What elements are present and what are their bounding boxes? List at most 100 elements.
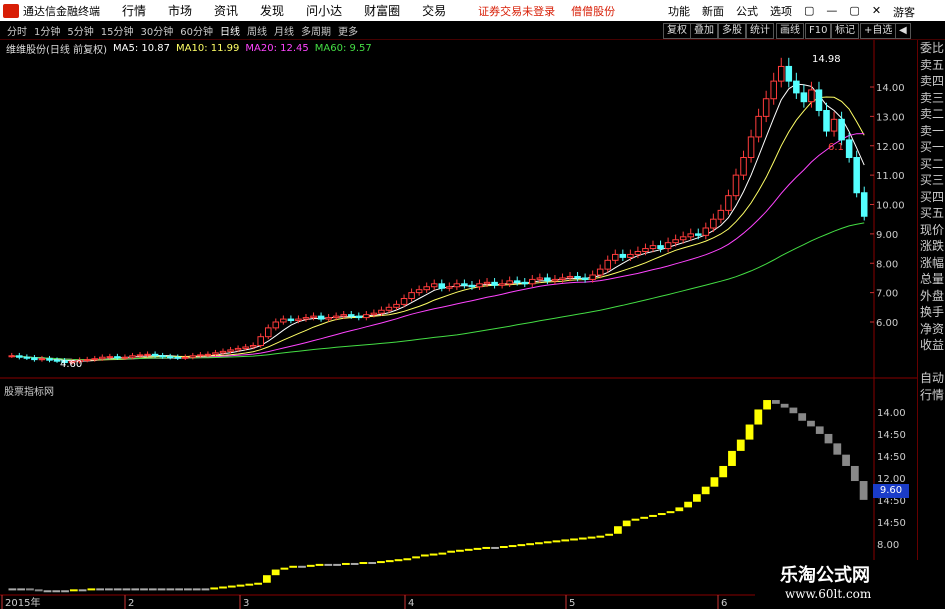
sidebar-price[interactable]: 现价: [918, 222, 945, 239]
indicator-bar: [298, 565, 306, 568]
sidebar-sell4[interactable]: 卖四: [918, 73, 945, 90]
overlay-button[interactable]: 叠加: [690, 23, 718, 39]
indicator-bar: [350, 562, 359, 565]
sidebar-turnover[interactable]: 换手: [918, 304, 945, 321]
statistics-button[interactable]: 统计: [746, 23, 774, 39]
indicator-bar: [34, 589, 43, 592]
kline-chart[interactable]: 14.00 13.00 12.00 11.00 10.00 9.00 8.00 7.00 6.0…: [0, 40, 917, 609]
sidebar-buy3[interactable]: 买三: [918, 172, 945, 189]
tab-weekly[interactable]: 周线: [247, 23, 267, 38]
indicator-bar: [666, 511, 675, 514]
ma60-line: [11, 222, 865, 360]
sidebar-buy1[interactable]: 买一: [918, 139, 945, 156]
candle-body: [234, 347, 242, 351]
price-tick-label: 8.00: [876, 259, 898, 270]
candle-body: [702, 227, 710, 236]
minimize-icon[interactable]: —: [826, 4, 837, 17]
candle-body: [619, 253, 627, 258]
menu-market[interactable]: 市场: [168, 2, 192, 19]
indicator-bar: [271, 569, 280, 576]
menu-news[interactable]: 资讯: [214, 2, 238, 19]
tab-monthly[interactable]: 月线: [274, 23, 294, 38]
tab-30min[interactable]: 30分钟: [140, 23, 173, 38]
candle-body: [544, 277, 551, 282]
sidebar-net-assets[interactable]: 净资: [918, 321, 945, 338]
sidebar-auto[interactable]: 自动: [918, 370, 945, 387]
indicator-bar: [96, 588, 105, 591]
tab-1min[interactable]: 1分钟: [34, 23, 60, 38]
tab-5min[interactable]: 5分钟: [67, 23, 93, 38]
sidebar-change-pct[interactable]: 涨幅: [918, 255, 945, 272]
mark-button[interactable]: 标记: [831, 23, 859, 39]
menu-new-page[interactable]: 新面: [702, 3, 724, 19]
collapse-icon[interactable]: ◀: [895, 23, 911, 39]
menu-discover[interactable]: 发现: [260, 2, 284, 19]
menu-options[interactable]: 选项: [770, 3, 792, 19]
sidebar-buy2[interactable]: 买二: [918, 156, 945, 173]
tab-daily[interactable]: 日线: [220, 23, 240, 38]
add-watchlist-button[interactable]: +自选: [860, 23, 897, 39]
indicator-bar: [359, 562, 368, 565]
menu-ask[interactable]: 问小达: [306, 2, 342, 19]
candle-body: [272, 321, 280, 329]
tab-15min[interactable]: 15分钟: [101, 23, 134, 38]
sidebar-earnings[interactable]: 收益: [918, 337, 945, 354]
restore-rights-button[interactable]: 复权: [663, 23, 691, 39]
candle-body: [793, 80, 800, 94]
indicator-bar: [833, 443, 842, 455]
f10-button[interactable]: F10: [805, 23, 832, 39]
menu-formula[interactable]: 公式: [736, 3, 758, 19]
restore-icon[interactable]: ▢: [804, 4, 814, 17]
tab-timeshare[interactable]: 分时: [7, 23, 27, 38]
sidebar-sell2[interactable]: 卖二: [918, 106, 945, 123]
date-label: 2: [128, 598, 134, 609]
candle-body: [725, 195, 732, 211]
indicator-bar: [438, 552, 447, 555]
guest-label[interactable]: 游客: [893, 4, 915, 20]
sidebar-buy5[interactable]: 买五: [918, 205, 945, 222]
maximize-icon[interactable]: ▢: [849, 4, 859, 17]
candle-body: [604, 259, 612, 270]
sidebar-change[interactable]: 涨跌: [918, 238, 945, 255]
candle-body: [672, 239, 679, 244]
candle-body: [717, 209, 725, 220]
indicator-tick-label: 14:50: [877, 518, 906, 529]
indicator-bar: [140, 588, 148, 591]
candle-body: [823, 110, 830, 132]
candle-body: [91, 358, 99, 361]
tab-60min[interactable]: 60分钟: [180, 23, 213, 38]
sidebar-volume[interactable]: 总量: [918, 271, 945, 288]
candle-body: [310, 315, 317, 319]
indicator-bar: [543, 541, 552, 544]
indicator-bar: [815, 426, 824, 434]
date-label: 2015年: [5, 596, 40, 609]
candle-body: [762, 98, 770, 117]
menu-function[interactable]: 功能: [668, 3, 690, 19]
indicator-bar: [824, 433, 833, 444]
menu-quotes[interactable]: 行情: [122, 2, 146, 19]
tab-multi-period[interactable]: 多周期: [301, 23, 331, 38]
sidebar-weibi[interactable]: 委比: [918, 40, 945, 57]
tab-more[interactable]: 更多: [338, 23, 358, 38]
menu-trade[interactable]: 交易: [422, 2, 446, 19]
candle-body: [453, 283, 461, 288]
sidebar-buy4[interactable]: 买四: [918, 189, 945, 206]
close-icon[interactable]: ✕: [872, 4, 881, 17]
candle-body: [249, 345, 257, 348]
other-annotation: 6.1: [828, 142, 844, 153]
sidebar-sell3[interactable]: 卖三: [918, 90, 945, 107]
indicator-bar: [464, 548, 473, 551]
stock-name-link[interactable]: 僧僧股份: [571, 3, 615, 19]
login-notice[interactable]: 证券交易未登录: [478, 3, 555, 19]
sidebar-sell1[interactable]: 卖一: [918, 123, 945, 140]
sidebar-sell5[interactable]: 卖五: [918, 57, 945, 74]
sidebar-outer[interactable]: 外盘: [918, 288, 945, 305]
menu-wealth[interactable]: 财富圈: [364, 2, 400, 19]
multi-stock-button[interactable]: 多股: [718, 23, 746, 39]
sidebar-quotes[interactable]: 行情: [918, 387, 945, 404]
candle-body: [808, 89, 815, 103]
candle-body: [521, 281, 529, 285]
draw-line-button[interactable]: 画线: [776, 23, 804, 39]
watermark-url: www.60lt.com: [785, 587, 872, 601]
